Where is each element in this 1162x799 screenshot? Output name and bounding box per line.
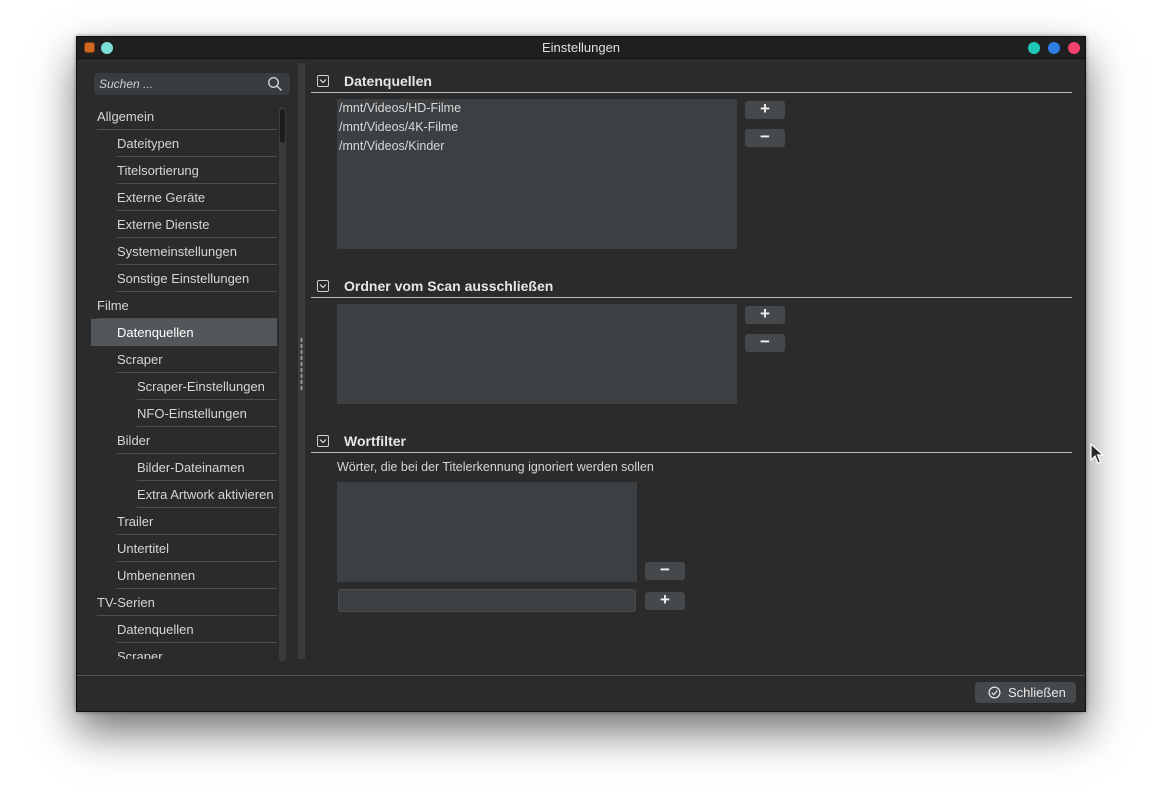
sidebar-item-label: Filme [97, 298, 129, 313]
sidebar-item-label: Sonstige Einstellungen [117, 271, 250, 286]
remove-datasource-button[interactable]: − [745, 127, 785, 147]
sidebar-item-label: Datenquellen [117, 622, 194, 637]
sidebar-item-label: Dateitypen [117, 136, 180, 151]
sidebar-item[interactable]: Datenquellen [91, 319, 277, 346]
list-item[interactable]: /mnt/Videos/Kinder [339, 139, 444, 153]
sidebar-item-label: Datenquellen [117, 325, 194, 340]
collapse-checkbox-icon[interactable] [317, 435, 329, 447]
wordfilter-list[interactable] [337, 482, 637, 582]
sidebar-item-label: Untertitel [117, 541, 170, 556]
sidebar-item-label: NFO-Einstellungen [137, 406, 247, 421]
sidebar-item[interactable]: Allgemein [91, 103, 277, 130]
sidebar-item[interactable]: Dateitypen [91, 130, 277, 157]
panel-splitter[interactable] [298, 63, 305, 659]
sidebar-item-label: Allgemein [97, 109, 155, 124]
sidebar-item[interactable]: Untertitel [91, 535, 277, 562]
sidebar-item-label: Bilder [117, 433, 151, 448]
wortfilter-description: Wörter, die bei der Titelerkennung ignor… [337, 460, 654, 474]
sidebar-item[interactable]: Bilder-Dateinamen [91, 454, 277, 481]
settings-window: Einstellungen Suchen ... Allgemein Dateit… [76, 36, 1086, 712]
sidebar-item[interactable]: Umbenennen [91, 562, 277, 589]
search-placeholder: Suchen ... [99, 77, 154, 91]
maximize-button[interactable] [1048, 42, 1060, 54]
splitter-grip-icon[interactable] [300, 337, 303, 391]
sidebar-item-label: Externe Geräte [117, 190, 206, 205]
sidebar-item[interactable]: NFO-Einstellungen [91, 400, 277, 427]
settings-sidebar: Suchen ... Allgemein Dateitypen Titelsorti… [77, 59, 299, 675]
section-title: Wortfilter [344, 433, 406, 449]
section-header-ordner[interactable]: Ordner vom Scan ausschließen [311, 276, 1072, 298]
sidebar-item-label: Bilder-Dateinamen [137, 460, 245, 475]
sidebar-item[interactable]: Datenquellen [91, 616, 277, 643]
excluded-folders-list[interactable] [337, 304, 737, 404]
sidebar-item[interactable]: Externe Geräte [91, 184, 277, 211]
sidebar-item-label: Extra Artwork aktivieren [137, 487, 274, 502]
sidebar-item[interactable]: Sonstige Einstellungen [91, 265, 277, 292]
sidebar-scrollbar[interactable] [279, 107, 286, 661]
search-icon[interactable] [267, 76, 283, 92]
section-title: Datenquellen [344, 73, 432, 89]
list-item[interactable]: /mnt/Videos/4K-Filme [339, 120, 458, 134]
section-title: Ordner vom Scan ausschließen [344, 278, 554, 294]
sidebar-item[interactable]: Titelsortierung [91, 157, 277, 184]
collapse-checkbox-icon[interactable] [317, 280, 329, 292]
scrollbar-thumb[interactable] [280, 109, 285, 143]
sidebar-item-label: Trailer [117, 514, 154, 529]
mouse-cursor-icon [1090, 443, 1104, 464]
section-header-wortfilter[interactable]: Wortfilter [311, 431, 1072, 453]
collapse-checkbox-icon[interactable] [317, 75, 329, 87]
add-excluded-folder-button[interactable]: + [745, 304, 785, 324]
sidebar-item[interactable]: Scraper-Einstellungen [91, 373, 277, 400]
remove-word-button[interactable]: − [645, 560, 685, 580]
title-bar[interactable]: Einstellungen [77, 37, 1085, 59]
search-input[interactable]: Suchen ... [94, 73, 290, 95]
sidebar-item-label: Scraper [117, 352, 163, 367]
settings-tree: Allgemein Dateitypen Titelsortierung Extern… [91, 103, 277, 659]
sidebar-item[interactable]: Bilder [91, 427, 277, 454]
sidebar-item-label: Scraper-Einstellungen [137, 379, 265, 394]
section-header-datenquellen[interactable]: Datenquellen [311, 71, 1072, 93]
sidebar-item[interactable]: Scraper [91, 346, 277, 373]
sidebar-item-label: Titelsortierung [117, 163, 199, 178]
sidebar-item-label: Externe Dienste [117, 217, 210, 232]
close-window-button[interactable] [1068, 42, 1080, 54]
sidebar-item-label: Systemeinstellungen [117, 244, 237, 259]
remove-excluded-folder-button[interactable]: − [745, 332, 785, 352]
datasource-list[interactable]: /mnt/Videos/HD-Filme /mnt/Videos/4K-Film… [337, 99, 737, 249]
sidebar-item[interactable]: Externe Dienste [91, 211, 277, 238]
sidebar-item[interactable]: TV-Serien [91, 589, 277, 616]
word-input[interactable] [338, 589, 636, 612]
close-button[interactable]: Schließen [975, 682, 1076, 703]
sidebar-item[interactable]: Systemeinstellungen [91, 238, 277, 265]
sidebar-item[interactable]: Trailer [91, 508, 277, 535]
sidebar-item[interactable]: Extra Artwork aktivieren [91, 481, 277, 508]
dialog-footer: Schließen [77, 675, 1085, 711]
sidebar-item-label: TV-Serien [97, 595, 155, 610]
check-circle-icon [988, 686, 1001, 699]
sidebar-item[interactable]: Scraper [91, 643, 277, 659]
sidebar-item-label: Umbenennen [117, 568, 196, 583]
minimize-button[interactable] [1028, 42, 1040, 54]
list-item[interactable]: /mnt/Videos/HD-Filme [339, 101, 461, 115]
sidebar-item-label: Scraper [117, 649, 163, 659]
settings-content: Datenquellen /mnt/Videos/HD-Filme /mnt/V… [305, 59, 1085, 675]
add-word-button[interactable]: + [645, 590, 685, 610]
sidebar-item[interactable]: Filme [91, 292, 277, 319]
window-title: Einstellungen [541, 40, 621, 55]
add-datasource-button[interactable]: + [745, 99, 785, 119]
